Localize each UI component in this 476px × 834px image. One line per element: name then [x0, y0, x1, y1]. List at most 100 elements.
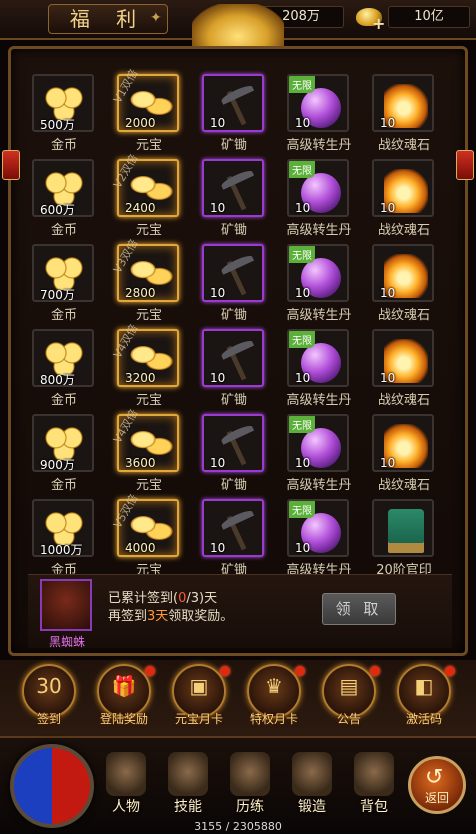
item-name: 矿锄: [220, 138, 247, 153]
reward-item[interactable]: 10 矿锄: [198, 327, 270, 408]
menu-label: 登陆奖励: [99, 712, 148, 726]
skill-icon: [168, 752, 208, 796]
dock-skill-button[interactable]: 技能: [158, 752, 218, 822]
item-slot[interactable]: 无限 10: [287, 499, 349, 557]
reward-item[interactable]: 10 战纹魂石: [368, 72, 440, 153]
gold-coins-icon: [44, 341, 84, 375]
reward-item[interactable]: 无限 10 高级转生丹: [283, 497, 355, 578]
item-slot[interactable]: 10: [202, 499, 264, 557]
reward-item[interactable]: 700万金币: [28, 242, 100, 323]
dock-character-button[interactable]: 人物: [96, 752, 156, 822]
reward-item[interactable]: 10 矿锄: [198, 72, 270, 153]
gold-coins-icon: [44, 256, 84, 290]
item-slot[interactable]: 10: [372, 329, 434, 387]
item-slot[interactable]: 10: [202, 414, 264, 472]
hero-name: 黑蜘蛛: [48, 635, 85, 649]
reward-item[interactable]: 2400 V2双倍 元宝: [111, 152, 185, 238]
item-slot[interactable]: 900万: [32, 414, 94, 472]
menu-code-button[interactable]: ◧ 激活码: [393, 664, 455, 734]
notification-dot: [370, 666, 380, 676]
reward-item[interactable]: 500万 金币: [28, 72, 100, 153]
reward-item[interactable]: 无限 10 高级转生丹: [283, 242, 355, 323]
menu-notice-button[interactable]: ▤ 公告: [318, 664, 380, 734]
reward-item[interactable]: 10 矿锄: [198, 412, 270, 493]
reward-item[interactable]: 10 矿锄: [198, 157, 270, 238]
item-slot[interactable]: [372, 499, 434, 557]
reward-item[interactable]: 1000万 金币: [28, 497, 100, 578]
taiji-orb-icon[interactable]: [10, 744, 94, 828]
reward-item[interactable]: 20阶官印: [368, 497, 440, 578]
item-count: 10: [295, 456, 311, 470]
reward-item[interactable]: 600万 金币: [28, 157, 100, 238]
signin-info: 黑蜘蛛 已累计签到(0/3)天 再签到3天领取奖励。 领 取: [28, 574, 452, 649]
item-name: 金币: [50, 308, 77, 323]
menu-calendar-button[interactable]: 30 签到: [18, 664, 80, 734]
reward-item[interactable]: 10 战纹魂石: [368, 242, 440, 323]
reward-item[interactable]: 无限 10 高级转生丹: [283, 327, 355, 408]
item-slot[interactable]: 10: [372, 244, 434, 302]
dock-training-button[interactable]: 历练: [220, 752, 280, 822]
reward-item[interactable]: 无限 10 高级转生丹: [283, 72, 355, 153]
reward-item[interactable]: 900万 金币: [28, 412, 100, 493]
reward-item[interactable]: 4000 V5双倍 元宝: [111, 492, 185, 578]
reward-item[interactable]: 800万 金币: [28, 327, 100, 408]
item-slot[interactable]: 10: [372, 414, 434, 472]
reward-item[interactable]: 2800 V3双倍 元宝: [111, 237, 185, 323]
reward-item[interactable]: 3200 V4双倍 元宝: [111, 322, 185, 408]
gold-ingot-icon: [127, 511, 173, 545]
item-slot[interactable]: 500万: [32, 74, 94, 132]
item-slot[interactable]: 无限 10: [287, 414, 349, 472]
item-slot[interactable]: 无限 10: [287, 329, 349, 387]
claim-button[interactable]: 领 取: [322, 593, 396, 625]
back-label: 返回: [424, 791, 449, 805]
item-count: 10: [210, 541, 226, 555]
signin-progress-text: 已累计签到(0/3)天: [108, 591, 218, 606]
hero-portrait[interactable]: [40, 579, 92, 631]
item-count: 10: [380, 371, 396, 385]
item-slot[interactable]: 10: [202, 244, 264, 302]
item-slot[interactable]: 10: [372, 74, 434, 132]
reward-item[interactable]: 无限 10 高级转生丹: [283, 157, 355, 238]
dock-forge-button[interactable]: 锻造: [282, 752, 342, 822]
item-slot[interactable]: 600万: [32, 159, 94, 217]
item-name: 高级转生丹: [286, 478, 352, 493]
reward-item[interactable]: 10 战纹魂石: [368, 327, 440, 408]
reward-item[interactable]: 10 战纹魂石: [368, 412, 440, 493]
dock-label: 历练: [236, 799, 264, 815]
dock-bag-button[interactable]: 背包: [344, 752, 404, 822]
item-slot[interactable]: 无限 10: [287, 159, 349, 217]
star-icon: ✦: [150, 10, 162, 26]
reward-item[interactable]: 10 矿锄: [198, 497, 270, 578]
item-slot[interactable]: 10: [372, 159, 434, 217]
item-name: 元宝: [135, 308, 162, 323]
dock-label: 技能: [174, 799, 202, 815]
item-name: 矿锄: [220, 308, 247, 323]
signin-remaining-text: 再签到3天领取奖励。: [108, 609, 234, 624]
item-slot[interactable]: 1000万: [32, 499, 94, 557]
reward-item[interactable]: 无限 10 高级转生丹: [283, 412, 355, 493]
item-slot[interactable]: 10: [202, 74, 264, 132]
item-count: 2800: [125, 286, 156, 300]
item-name: 高级转生丹: [286, 138, 352, 153]
item-count: 900万: [40, 458, 75, 472]
reward-item[interactable]: 3600 V4双倍 元宝: [111, 407, 185, 493]
unlimited-badge: 无限: [289, 501, 315, 518]
reward-item[interactable]: 2000 V1双倍 元宝: [111, 67, 185, 153]
lantern-icon: [456, 150, 474, 180]
item-slot[interactable]: 无限 10: [287, 74, 349, 132]
unlimited-badge: 无限: [289, 161, 315, 178]
back-button[interactable]: ↺ 返回: [408, 756, 466, 814]
item-slot[interactable]: 800万: [32, 329, 94, 387]
item-slot[interactable]: 10: [202, 329, 264, 387]
item-count: 10: [380, 456, 396, 470]
menu-privilege-card-button[interactable]: ♛ 特权月卡: [243, 664, 305, 734]
menu-gift-button[interactable]: 🎁 登陆奖励: [93, 664, 155, 734]
menu-yuanbao-card-button[interactable]: ▣ 元宝月卡: [168, 664, 230, 734]
reward-item[interactable]: 10 战纹魂石: [368, 157, 440, 238]
add-yuanbao-button[interactable]: +: [372, 14, 385, 33]
menu-glyph: 🎁: [111, 674, 137, 698]
item-slot[interactable]: 无限 10: [287, 244, 349, 302]
item-slot[interactable]: 700万: [32, 244, 94, 302]
reward-item[interactable]: 10 矿锄: [198, 242, 270, 323]
item-slot[interactable]: 10: [202, 159, 264, 217]
